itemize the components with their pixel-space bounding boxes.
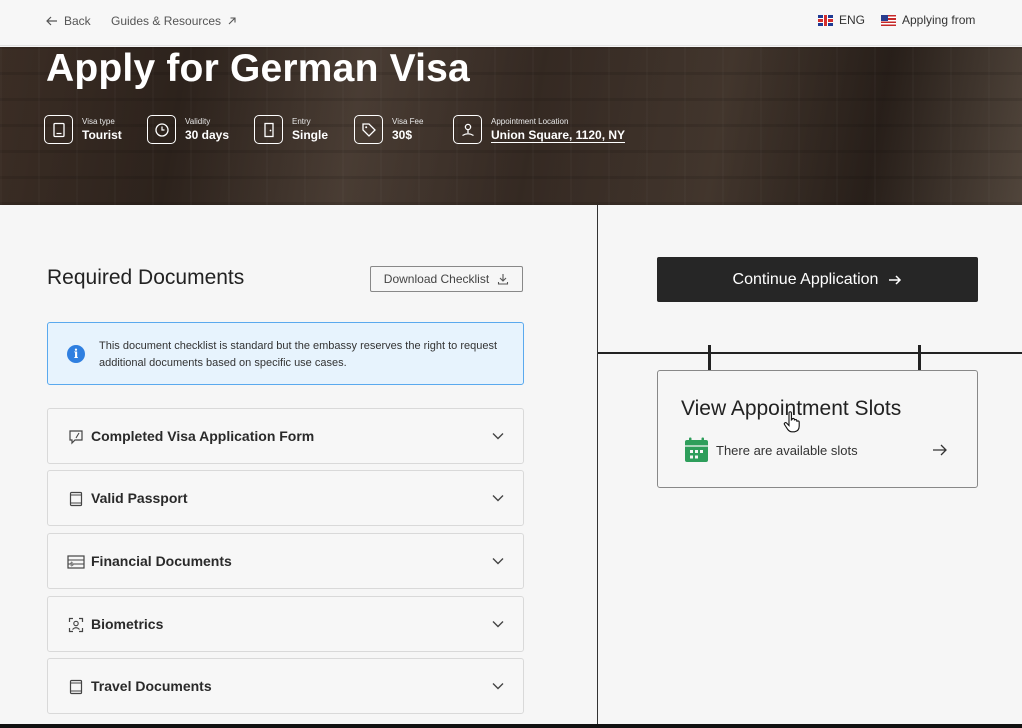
hand-cursor-icon: [783, 411, 800, 433]
svg-text:$: $: [70, 561, 74, 568]
appointment-slots-card[interactable]: View Appointment Slots There are availab…: [657, 370, 978, 488]
fact-appointment-location[interactable]: Appointment Location Union Square, 1120,…: [453, 115, 626, 144]
download-icon: [498, 274, 509, 285]
fact-visa-type: Visa type Tourist: [44, 115, 122, 144]
applying-from-selector[interactable]: Applying from: [881, 13, 975, 27]
fact-label: Visa type: [82, 117, 115, 126]
accordion-label: Biometrics: [91, 616, 164, 632]
calendar-icon: [685, 437, 708, 462]
door-icon: [254, 115, 283, 144]
chevron-down-icon: [492, 558, 504, 565]
chevron-down-icon: [492, 621, 504, 628]
us-flag-icon: [881, 14, 896, 26]
accordion-travel-documents[interactable]: Travel Documents: [47, 658, 524, 714]
sidebar-panel: Continue Application View Appointment Sl…: [598, 205, 1022, 728]
fact-value: 30 days: [185, 128, 230, 142]
section-title: Required Documents: [47, 266, 245, 289]
accordion-label: Financial Documents: [91, 553, 232, 569]
fact-validity: Validity 30 days: [147, 115, 229, 144]
hero-banner: Apply for German Visa Visa type Tourist …: [0, 47, 1022, 205]
download-checklist-label: Download Checklist: [383, 272, 490, 286]
back-label: Back: [64, 14, 91, 28]
fact-label: Entry: [292, 117, 311, 126]
fact-label: Appointment Location: [491, 116, 569, 126]
external-arrow-icon: [228, 17, 236, 25]
top-navigation: Back Guides & Resources ENG Applying fro…: [0, 0, 1022, 46]
appointment-location-link[interactable]: Union Square, 1120, NY: [491, 128, 626, 143]
form-icon: [67, 428, 85, 446]
location-pin-icon: [453, 115, 482, 144]
page-title: Apply for German Visa: [46, 47, 470, 90]
download-checklist-button[interactable]: Download Checklist: [370, 266, 523, 292]
hanging-rail: [598, 352, 1022, 354]
face-scan-icon: [67, 616, 85, 634]
accordion-label: Completed Visa Application Form: [91, 428, 315, 444]
fact-label: Visa Fee: [392, 117, 424, 126]
fact-entry: Entry Single: [254, 115, 328, 144]
back-link[interactable]: Back: [46, 14, 91, 28]
continue-application-button[interactable]: Continue Application: [657, 257, 978, 302]
bottom-edge: [0, 724, 1022, 728]
chevron-down-icon: [492, 495, 504, 502]
arrow-right-icon[interactable]: [932, 443, 948, 457]
applying-from-label: Applying from: [902, 13, 976, 27]
notice-text: This document checklist is standard but …: [99, 340, 498, 369]
accordion-biometrics[interactable]: Biometrics: [47, 596, 524, 652]
language-label: ENG: [839, 13, 866, 27]
guides-label: Guides & Resources: [111, 14, 222, 28]
slots-status: There are available slots: [716, 443, 858, 458]
guides-resources-link[interactable]: Guides & Resources: [111, 14, 237, 28]
info-icon: i: [67, 345, 85, 363]
money-icon: $: [67, 553, 85, 571]
chevron-down-icon: [492, 433, 504, 440]
accordion-valid-passport[interactable]: Valid Passport: [47, 470, 524, 526]
fact-visa-fee: Visa Fee 30$: [354, 115, 423, 144]
passport-icon: [44, 115, 73, 144]
travel-doc-icon: [67, 678, 85, 696]
uk-flag-icon: [818, 14, 833, 26]
chevron-down-icon: [492, 683, 504, 690]
fact-value: Single: [292, 128, 329, 142]
clock-icon: [147, 115, 176, 144]
arrow-left-icon: [46, 16, 57, 26]
accordion-label: Valid Passport: [91, 490, 188, 506]
fact-value: 30$: [392, 128, 413, 142]
accordion-label: Travel Documents: [91, 678, 212, 694]
language-selector[interactable]: ENG: [818, 13, 865, 27]
tag-icon: [354, 115, 383, 144]
fact-value: Tourist: [82, 128, 122, 142]
fact-label: Validity: [185, 117, 211, 126]
continue-label: Continue Application: [732, 270, 879, 288]
documents-panel: Required Documents Download Checklist i …: [0, 205, 597, 728]
passport-icon: [67, 490, 85, 508]
accordion-application-form[interactable]: Completed Visa Application Form: [47, 408, 524, 464]
info-notice: i This document checklist is standard bu…: [47, 322, 524, 385]
arrow-right-icon: [889, 274, 902, 285]
accordion-financial-documents[interactable]: $ Financial Documents: [47, 533, 524, 589]
